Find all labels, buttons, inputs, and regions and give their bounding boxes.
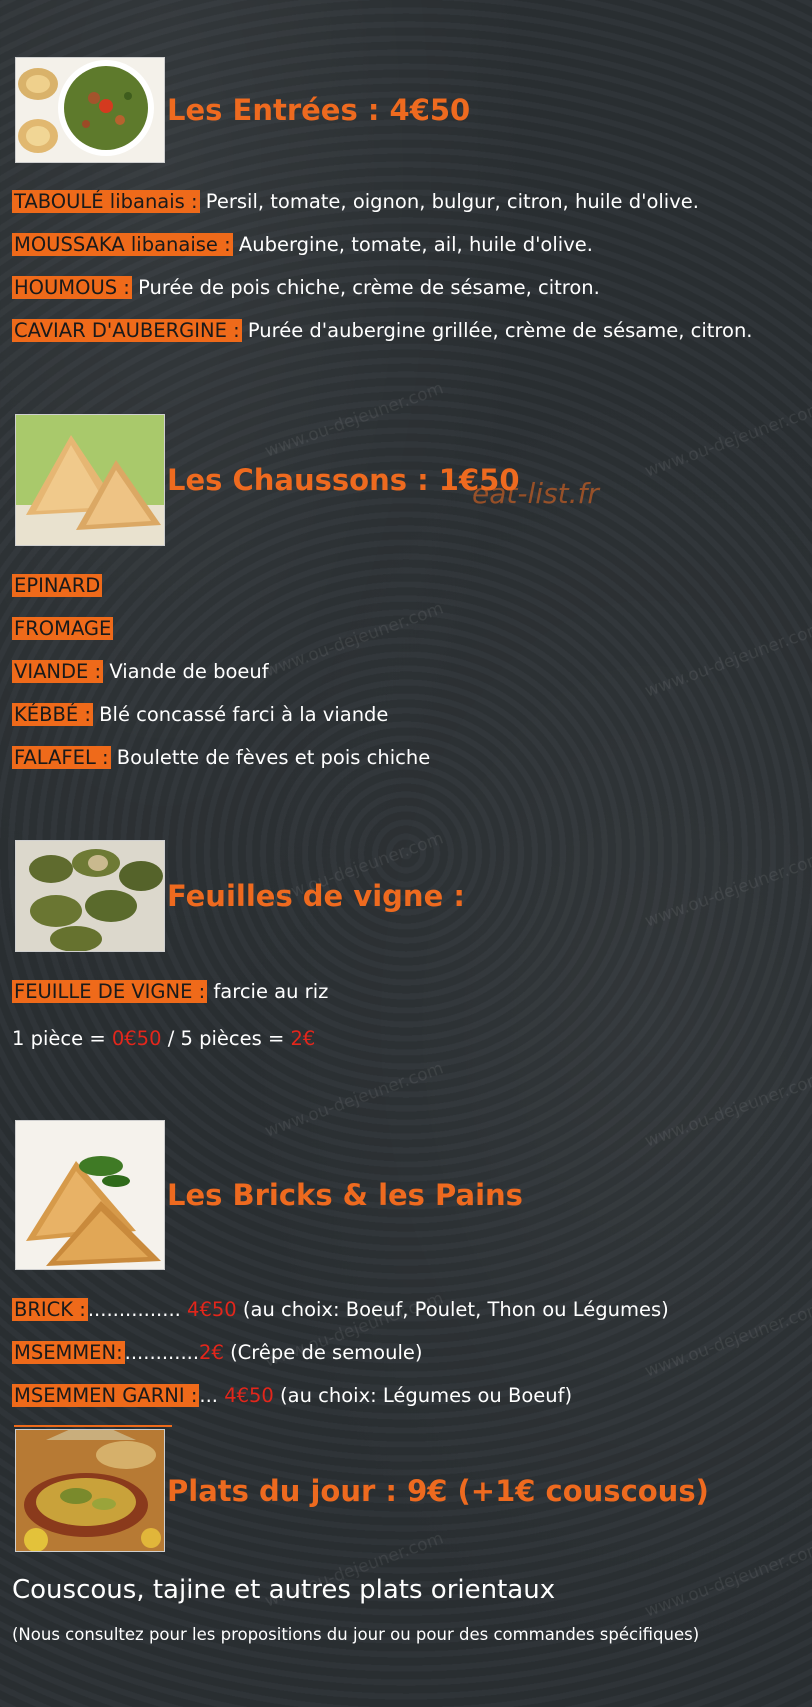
section-feuilles-header: Feuilles de vigne :	[15, 840, 465, 952]
price-text: 1 pièce =	[12, 1027, 112, 1050]
feuilles-photo	[15, 840, 165, 952]
plats-note: (Nous consultez pour les propositions du…	[12, 1625, 700, 1644]
item-desc: Purée d'aubergine grillée, crème de sésa…	[241, 319, 753, 342]
item-name: MSEMMEN GARNI :	[12, 1384, 200, 1407]
item-price: 4€50	[224, 1384, 274, 1407]
watermark: www.ou-dejeuner.com	[642, 398, 812, 482]
watermark: www.ou-dejeuner.com	[642, 1068, 812, 1152]
item-name: FROMAGE	[12, 617, 114, 640]
menu-item: HOUMOUS : Purée de pois chiche, crème de…	[12, 276, 600, 299]
item-desc: Purée de pois chiche, crème de sésame, c…	[131, 276, 600, 299]
feuilles-title: Feuilles de vigne :	[167, 879, 465, 913]
menu-item: FEUILLE DE VIGNE : farcie au riz	[12, 980, 328, 1003]
watermark: www.ou-dejeuner.com	[642, 848, 812, 932]
item-desc: Persil, tomate, oignon, bulgur, citron, …	[199, 190, 699, 213]
section-plats-header: Plats du jour : 9€ (+1€ couscous)	[15, 1429, 709, 1552]
plats-subtitle: Couscous, tajine et autres plats orienta…	[12, 1575, 556, 1605]
item-desc: (au choix: Boeuf, Poulet, Thon ou Légume…	[236, 1298, 669, 1321]
item-name: EPINARD	[12, 574, 103, 597]
section-entrees-header: Les Entrées : 4€50	[15, 57, 470, 163]
menu-item: BRICK :............... 4€50 (au choix: B…	[12, 1298, 669, 1321]
bricks-title: Les Bricks & les Pains	[167, 1178, 523, 1212]
item-dots: ...	[199, 1384, 225, 1407]
item-desc: farcie au riz	[207, 980, 329, 1003]
item-desc: Blé concassé farci à la viande	[92, 703, 389, 726]
menu-item: KÉBBÉ : Blé concassé farci à la viande	[12, 703, 388, 726]
plats-title: Plats du jour : 9€ (+1€ couscous)	[167, 1473, 709, 1508]
section-bricks-header: Les Bricks & les Pains	[15, 1120, 523, 1270]
divider	[14, 1425, 172, 1427]
item-desc: (au choix: Légumes ou Boeuf)	[273, 1384, 573, 1407]
item-dots: ............	[124, 1341, 200, 1364]
menu-item: FROMAGE	[12, 617, 114, 640]
item-name: FEUILLE DE VIGNE :	[12, 980, 208, 1003]
item-name: KÉBBÉ :	[12, 703, 93, 726]
item-name: BRICK :	[12, 1298, 88, 1321]
watermark: www.ou-dejeuner.com	[262, 598, 447, 682]
chaussons-title: Les Chaussons : 1€50	[167, 463, 520, 497]
item-name: MSEMMEN:	[12, 1341, 125, 1364]
item-name: VIANDE :	[12, 660, 104, 683]
item-name: FALAFEL :	[12, 746, 111, 769]
item-name: MOUSSAKA libanaise :	[12, 233, 233, 256]
item-dots: ...............	[87, 1298, 188, 1321]
price-value: 0€50	[111, 1027, 162, 1050]
bricks-photo	[15, 1120, 165, 1270]
menu-item: VIANDE : Viande de boeuf	[12, 660, 269, 683]
entrees-photo	[15, 57, 165, 163]
menu-item: EPINARD	[12, 574, 103, 597]
menu-item: FALAFEL : Boulette de fèves et pois chic…	[12, 746, 430, 769]
item-desc: (Crêpe de semoule)	[223, 1341, 423, 1364]
item-name: CAVIAR D'AUBERGINE :	[12, 319, 242, 342]
chaussons-photo	[15, 414, 165, 546]
menu-item: MSEMMEN GARNI :... 4€50 (au choix: Légum…	[12, 1384, 572, 1407]
item-desc: Boulette de fèves et pois chiche	[110, 746, 431, 769]
price-line: 1 pièce = 0€50 / 5 pièces = 2€	[12, 1027, 315, 1050]
plats-photo	[15, 1429, 165, 1552]
watermark: www.ou-dejeuner.com	[642, 618, 812, 702]
menu-item: CAVIAR D'AUBERGINE : Purée d'aubergine g…	[12, 319, 753, 342]
menu-item: TABOULÉ libanais : Persil, tomate, oigno…	[12, 190, 699, 213]
price-text: / 5 pièces =	[161, 1027, 291, 1050]
price-value: 2€	[290, 1027, 316, 1050]
item-name: TABOULÉ libanais :	[12, 190, 200, 213]
item-desc: Aubergine, tomate, ail, huile d'olive.	[232, 233, 593, 256]
item-price: 2€	[199, 1341, 224, 1364]
menu-item: MSEMMEN: ............2€ (Crêpe de semoule…	[12, 1341, 423, 1364]
section-chaussons-header: Les Chaussons : 1€50	[15, 414, 520, 546]
menu-item: MOUSSAKA libanaise : Aubergine, tomate, …	[12, 233, 593, 256]
item-name: HOUMOUS :	[12, 276, 132, 299]
item-price: 4€50	[187, 1298, 237, 1321]
item-desc: Viande de boeuf	[103, 660, 269, 683]
eat-list-watermark: eat-list.fr	[472, 477, 599, 510]
entrees-title: Les Entrées : 4€50	[167, 93, 471, 127]
